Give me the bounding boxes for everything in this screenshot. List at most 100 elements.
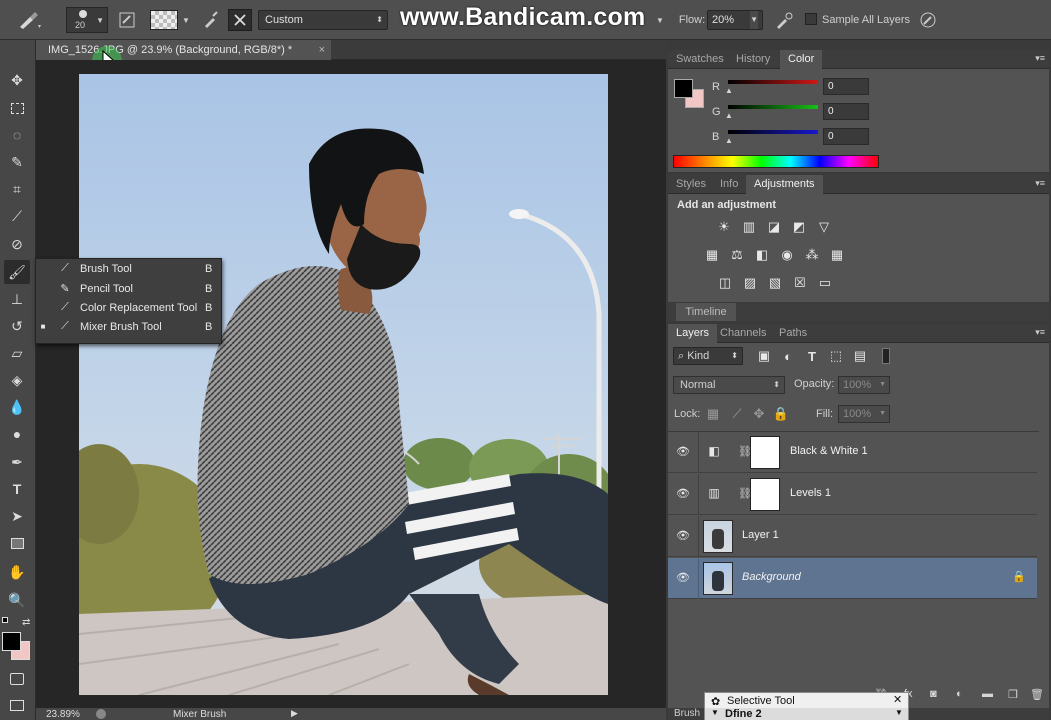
tab-timeline[interactable]: Timeline (676, 303, 736, 321)
fill-input[interactable]: 100% ▼ (838, 405, 890, 423)
layer-thumbnail[interactable] (703, 520, 733, 553)
tab-info[interactable]: Info (712, 175, 746, 194)
path-selection-tool[interactable]: ➤ (4, 504, 30, 528)
red-slider[interactable] (728, 80, 818, 84)
layer-row-layer-1[interactable]: 👁 Layer 1 (668, 516, 1037, 557)
marquee-tool[interactable] (4, 96, 30, 120)
chevron-down-icon[interactable]: ▼ (654, 9, 666, 31)
panel-menu-icon[interactable]: ▾≡ (1035, 327, 1045, 338)
lock-transparency-icon[interactable]: ▦ (704, 405, 722, 423)
visibility-eye-icon[interactable]: 👁 (676, 487, 690, 500)
trash-icon[interactable]: 🗑 (1030, 688, 1044, 701)
exposure-icon[interactable]: ◩ (790, 218, 808, 236)
flow-input[interactable]: 20% ▼ (707, 10, 763, 30)
add-mask-icon[interactable]: ◙ (930, 688, 937, 700)
new-adjustment-layer-icon[interactable]: ◐ (956, 688, 963, 700)
eyedropper-tool[interactable]: ⟋ (4, 204, 30, 228)
type-filter-icon[interactable]: T (803, 347, 821, 365)
document-tab[interactable]: IMG_1526.JPG @ 23.9% (Background, RGB/8*… (36, 40, 331, 60)
history-brush-tool[interactable]: ↺ (4, 314, 30, 338)
load-brush-button[interactable] (198, 9, 224, 31)
filter-toggle-switch[interactable] (882, 348, 890, 364)
pixel-filter-icon[interactable]: ▣ (755, 347, 773, 365)
layer-thumbnail[interactable] (703, 562, 733, 595)
tab-channels[interactable]: Channels (712, 324, 774, 343)
slider-thumb-icon[interactable]: ▲ (725, 86, 733, 95)
airbrush-toggle[interactable] (772, 9, 796, 31)
red-value-input[interactable]: 0 (823, 78, 869, 95)
canvas-area[interactable] (36, 60, 666, 708)
lock-icon[interactable]: 🔒 (1012, 570, 1026, 583)
slider-thumb-icon[interactable]: ▲ (725, 111, 733, 120)
tool-preset-picker[interactable] (14, 9, 44, 31)
quick-selection-tool[interactable]: ✎ (4, 150, 30, 174)
panel-menu-icon[interactable]: ▾≡ (1035, 53, 1045, 64)
invert-icon[interactable]: ◫ (716, 274, 734, 292)
sample-all-layers-checkbox[interactable] (805, 13, 817, 25)
close-icon[interactable]: ✕ (893, 693, 902, 706)
zoom-level[interactable]: 23.89% (46, 709, 80, 720)
lock-pixels-icon[interactable]: ⟋ (728, 405, 746, 423)
paint-bucket-tool[interactable]: ◈ (4, 368, 30, 392)
flyout-item-pencil-tool[interactable]: ✎ Pencil Tool B (36, 279, 221, 298)
visibility-eye-icon[interactable]: 👁 (676, 445, 690, 458)
panel-menu-icon[interactable]: ▾≡ (1035, 178, 1045, 189)
black-white-icon[interactable]: ◧ (753, 246, 771, 264)
flyout-item-brush-tool[interactable]: ⟋ Brush Tool B (36, 259, 221, 278)
tab-paths[interactable]: Paths (771, 324, 815, 343)
move-tool[interactable]: ✥ (4, 68, 30, 92)
layer-row-black-white-1[interactable]: 👁 ◧ ⛓ Black & White 1 (668, 432, 1037, 473)
new-layer-icon[interactable]: ❐ (1008, 688, 1018, 701)
flyout-item-mixer-brush-tool[interactable]: ■ ⟋ Mixer Brush Tool B (36, 317, 221, 336)
lock-all-icon[interactable]: 🔒 (772, 405, 790, 423)
screen-mode-toggle[interactable] (4, 693, 30, 717)
play-arrow-icon[interactable]: ▶ (291, 708, 298, 719)
blue-value-input[interactable]: 0 (823, 128, 869, 145)
smart-object-filter-icon[interactable]: ▤ (851, 347, 869, 365)
tab-brush[interactable]: Brush (674, 708, 700, 719)
dodge-tool[interactable]: ● (4, 422, 30, 446)
blue-slider[interactable] (728, 130, 818, 134)
layer-row-levels-1[interactable]: 👁 ▥ ⛓ Levels 1 (668, 474, 1037, 515)
tab-layers[interactable]: Layers (668, 324, 718, 343)
tab-swatches[interactable]: Swatches (668, 50, 732, 69)
opacity-input[interactable]: 100% ▼ (838, 376, 890, 394)
layer-row-background[interactable]: 👁 Background 🔒 (668, 558, 1037, 599)
pen-tool[interactable]: ✒ (4, 450, 30, 474)
hand-tool[interactable]: ✋ (4, 560, 30, 584)
tab-color[interactable]: Color (780, 50, 823, 69)
posterize-icon[interactable]: ▨ (741, 274, 759, 292)
flyout-item-color-replacement-tool[interactable]: ⟋ Color Replacement Tool B (36, 298, 221, 317)
brightness-contrast-icon[interactable]: ☀ (715, 218, 733, 236)
green-slider[interactable] (728, 105, 818, 109)
gradient-map-triangle-icon[interactable]: ▽ (815, 218, 833, 236)
color-balance-icon[interactable]: ⚖ (728, 246, 746, 264)
mix-preset-dropdown[interactable]: Custom ⬍ (258, 10, 388, 30)
brush-preset-picker[interactable]: 20 ▼ (66, 7, 108, 33)
visibility-eye-icon[interactable]: 👁 (676, 529, 690, 542)
lasso-tool[interactable]: ◌ (4, 123, 30, 147)
clean-brush-button[interactable] (228, 9, 252, 31)
tab-history[interactable]: History (728, 50, 778, 69)
threshold-icon[interactable]: ▧ (766, 274, 784, 292)
slider-thumb-icon[interactable]: ▲ (725, 136, 733, 145)
brush-tool[interactable]: 🖌 (4, 260, 30, 284)
shape-tool[interactable] (4, 531, 30, 555)
lock-position-icon[interactable]: ✥ (750, 405, 768, 423)
zoom-tool[interactable]: 🔍 (4, 588, 30, 612)
clone-stamp-tool[interactable]: ⊥ (4, 287, 30, 311)
blur-tool[interactable]: 💧 (4, 395, 30, 419)
green-value-input[interactable]: 0 (823, 103, 869, 120)
type-tool[interactable]: T (4, 477, 30, 501)
visibility-eye-icon[interactable]: 👁 (676, 571, 690, 584)
swap-colors-icon[interactable]: ⇄ (22, 617, 30, 628)
foreground-color-swatch[interactable] (2, 632, 21, 651)
photo-filter-icon[interactable]: ◉ (778, 246, 796, 264)
selective-color-icon[interactable]: ☒ (791, 274, 809, 292)
brush-panel-toggle[interactable] (116, 9, 138, 31)
status-info-icon[interactable] (96, 709, 106, 719)
channel-mixer-icon[interactable]: ⁂ (803, 246, 821, 264)
healing-brush-tool[interactable]: ⊘ (4, 232, 30, 256)
curves-icon[interactable]: ◪ (765, 218, 783, 236)
levels-icon[interactable]: ▥ (740, 218, 758, 236)
